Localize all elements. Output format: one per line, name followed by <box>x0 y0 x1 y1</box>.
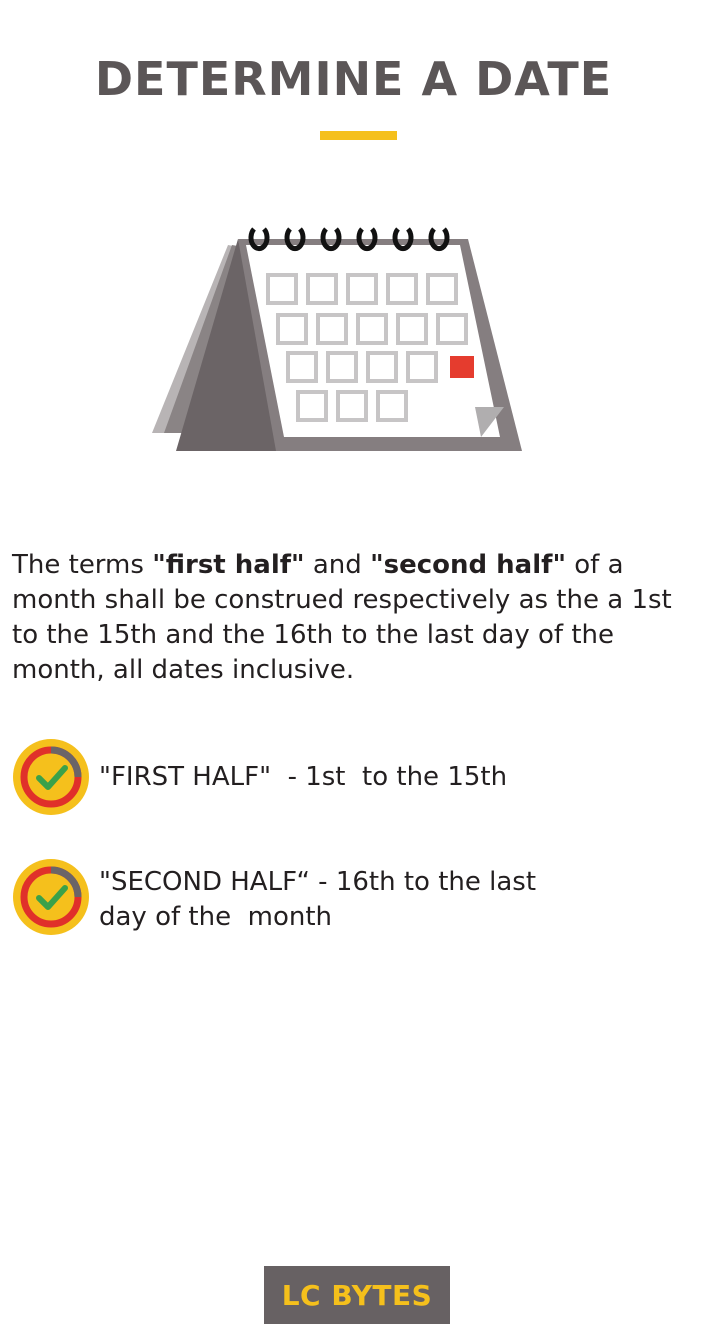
check-badge-icon <box>13 739 89 815</box>
para-bold-second-half: "second half" <box>370 550 566 580</box>
page-title: DETERMINE A DATE <box>94 52 613 106</box>
first-half-text: "FIRST HALF" - 1st to the 15th <box>99 762 508 792</box>
para-text-1: The terms <box>12 550 153 580</box>
footer-brand: LC BYTES <box>264 1266 450 1324</box>
para-bold-first-half: "first half" <box>152 550 305 580</box>
title-underline <box>320 131 397 140</box>
para-text-2: and <box>304 550 371 580</box>
second-half-text-line1: "SECOND HALF“ - 16th to the last <box>99 867 537 897</box>
footer-brand-label: LC BYTES <box>281 1278 433 1312</box>
second-half-text-line2: day of the month <box>99 902 332 932</box>
calendar-icon <box>152 227 522 451</box>
check-badge-icon <box>13 859 89 935</box>
definition-paragraph: The terms "first half" and "second half"… <box>12 548 702 688</box>
